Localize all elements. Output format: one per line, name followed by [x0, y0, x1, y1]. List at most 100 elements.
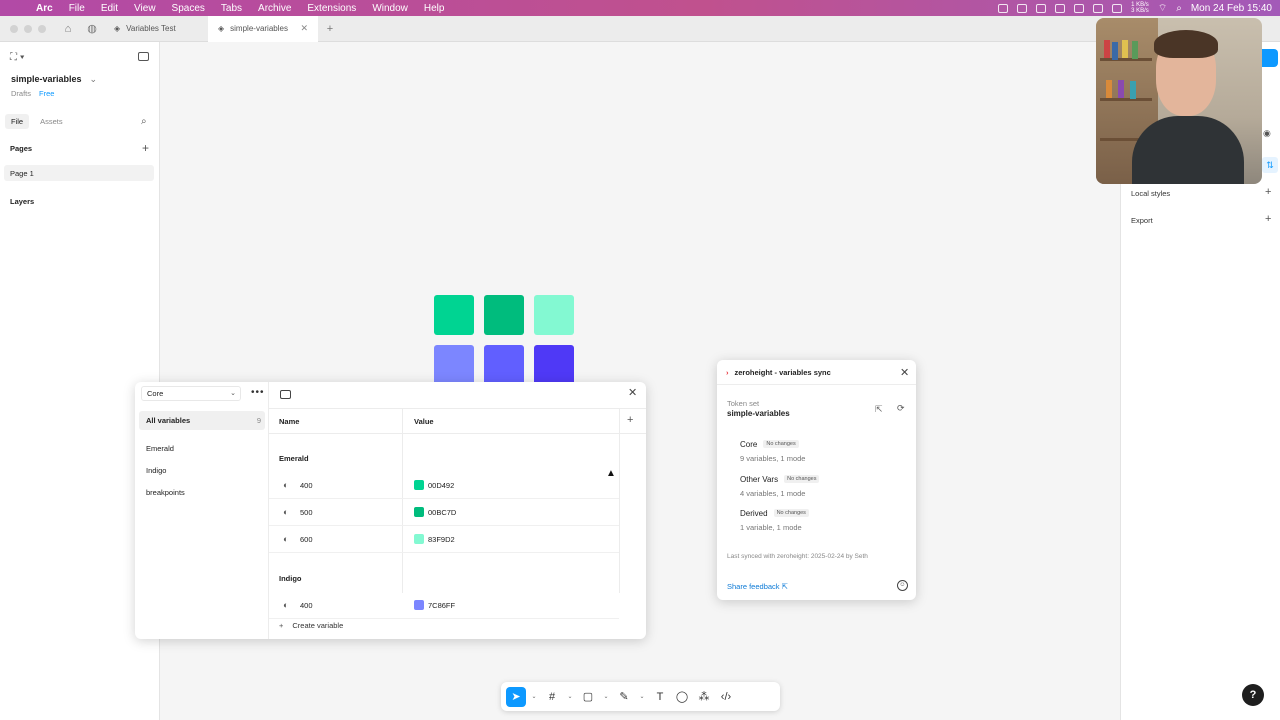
- set-detail: 9 variables, 1 mode: [740, 454, 806, 463]
- sync-icon[interactable]: ⟳: [897, 403, 905, 414]
- color-variable-icon: ◐: [283, 534, 289, 544]
- status-app-icon[interactable]: [998, 3, 1009, 13]
- color-swatch[interactable]: [414, 600, 424, 610]
- plan-badge[interactable]: Free: [39, 89, 54, 98]
- collection-select[interactable]: Core ⌄: [141, 386, 241, 401]
- variable-name[interactable]: 400: [300, 481, 313, 490]
- status-app-icon[interactable]: [1036, 3, 1047, 13]
- comment-tool-icon[interactable]: ◯: [672, 687, 692, 707]
- menu-app-arc[interactable]: Arc: [28, 3, 61, 14]
- color-variable-icon: ◐: [283, 600, 289, 610]
- add-style-icon[interactable]: +: [1265, 186, 1271, 198]
- swatch-emerald-400[interactable]: [434, 295, 474, 335]
- add-export-icon[interactable]: +: [1265, 213, 1271, 225]
- table-row[interactable]: ◐ 500 00BC7D: [269, 499, 619, 526]
- tab-file[interactable]: File: [5, 113, 30, 129]
- menu-view[interactable]: View: [126, 3, 164, 14]
- close-icon[interactable]: ✕: [628, 386, 637, 399]
- swatch-indigo-400[interactable]: [434, 345, 474, 385]
- variable-name[interactable]: 600: [300, 535, 313, 544]
- help-button[interactable]: ?: [1242, 684, 1264, 706]
- external-link-icon[interactable]: ⇱: [875, 404, 883, 415]
- drafts-link[interactable]: Drafts: [11, 89, 31, 98]
- more-options-icon[interactable]: •••: [251, 387, 265, 398]
- tab-variables-test[interactable]: ◈ Variables Test: [104, 16, 208, 42]
- variable-value[interactable]: 7C86FF: [428, 601, 455, 610]
- close-tab-icon[interactable]: ✕: [300, 23, 308, 34]
- divider: [717, 384, 916, 385]
- menu-file[interactable]: File: [61, 3, 93, 14]
- spotlight-icon[interactable]: ⌕: [1176, 3, 1182, 14]
- zoom-window-button[interactable]: [38, 24, 46, 33]
- create-variable-button[interactable]: + Create variable: [279, 621, 343, 630]
- color-swatch[interactable]: [414, 480, 424, 490]
- eye-icon[interactable]: ◉: [1263, 128, 1271, 139]
- add-mode-icon[interactable]: +: [627, 414, 633, 426]
- collapse-sidebar-icon[interactable]: [138, 52, 149, 61]
- share-feedback-link[interactable]: Share feedback ⇱: [727, 582, 788, 591]
- battery-icon[interactable]: [1093, 3, 1104, 13]
- variable-value[interactable]: 00BC7D: [428, 508, 456, 517]
- globe-icon[interactable]: ◍: [80, 22, 104, 35]
- menu-tabs[interactable]: Tabs: [213, 3, 250, 14]
- all-variables-item[interactable]: All variables 9: [139, 411, 265, 430]
- close-icon[interactable]: ✕: [900, 366, 909, 379]
- file-name[interactable]: simple-variables ⌄: [11, 74, 97, 85]
- table-row[interactable]: ◐ 600 83F9D2: [269, 526, 619, 553]
- adjust-icon[interactable]: ⇅: [1262, 157, 1278, 173]
- chevron-down-icon[interactable]: ⌄: [528, 693, 540, 700]
- rectangle-tool-icon[interactable]: ▢: [578, 687, 598, 707]
- datetime[interactable]: Mon 24 Feb 15:40: [1191, 3, 1272, 14]
- chevron-down-icon[interactable]: ⌄: [600, 693, 612, 700]
- chevron-down-icon[interactable]: ⌄: [636, 693, 648, 700]
- home-icon[interactable]: ⌂: [56, 23, 80, 35]
- volume-icon[interactable]: [1074, 3, 1085, 13]
- variable-value[interactable]: 00D492: [428, 481, 454, 490]
- status-app-icon[interactable]: [1017, 3, 1028, 13]
- move-tool-icon[interactable]: ➤: [506, 686, 526, 707]
- menu-window[interactable]: Window: [364, 3, 416, 14]
- table-row[interactable]: ◐ 400 00D492: [269, 472, 619, 499]
- frame-tool-icon[interactable]: #: [542, 687, 562, 707]
- group-item-emerald[interactable]: Emerald: [146, 444, 174, 453]
- pen-tool-icon[interactable]: ✎: [614, 687, 634, 707]
- add-page-icon[interactable]: +: [142, 141, 149, 155]
- user-account-icon[interactable]: ☺: [897, 580, 908, 591]
- layers-heading: Layers: [10, 197, 35, 206]
- menu-extensions[interactable]: Extensions: [299, 3, 364, 14]
- group-item-breakpoints[interactable]: breakpoints: [146, 488, 185, 497]
- color-swatch[interactable]: [414, 534, 424, 544]
- variable-name[interactable]: 500: [300, 508, 313, 517]
- color-swatch[interactable]: [414, 507, 424, 517]
- tab-assets[interactable]: Assets: [34, 114, 69, 129]
- page-item[interactable]: Page 1: [4, 165, 154, 181]
- variable-value[interactable]: 83F9D2: [428, 535, 455, 544]
- toggle-sidebar-icon[interactable]: [280, 390, 291, 399]
- column-header-value[interactable]: Value: [414, 417, 434, 426]
- menu-archive[interactable]: Archive: [250, 3, 299, 14]
- wifi-icon[interactable]: ⌔: [1158, 2, 1167, 15]
- menu-help[interactable]: Help: [416, 3, 453, 14]
- group-item-indigo[interactable]: Indigo: [146, 466, 166, 475]
- minimize-window-button[interactable]: [24, 24, 32, 33]
- status-app-icon[interactable]: [1055, 3, 1066, 13]
- search-icon[interactable]: ⌕: [141, 116, 147, 127]
- table-row[interactable]: ◐ 400 7C86FF: [269, 592, 619, 619]
- dev-mode-icon[interactable]: ‹/›: [716, 687, 736, 707]
- chevron-down-icon[interactable]: ⌄: [564, 693, 576, 700]
- main-menu-icon[interactable]: ⛶ ▾: [10, 52, 25, 63]
- swatch-emerald-600[interactable]: [534, 295, 574, 335]
- menu-spaces[interactable]: Spaces: [164, 3, 213, 14]
- status-app-icon[interactable]: [1112, 3, 1123, 13]
- menu-edit[interactable]: Edit: [93, 3, 126, 14]
- color-variable-icon: ◐: [283, 507, 289, 517]
- swatch-emerald-500[interactable]: [484, 295, 524, 335]
- swatch-indigo-500[interactable]: [484, 345, 524, 385]
- swatch-indigo-600[interactable]: [534, 345, 574, 385]
- close-window-button[interactable]: [10, 24, 18, 33]
- variable-name[interactable]: 400: [300, 601, 313, 610]
- actions-tool-icon[interactable]: ⁂: [694, 687, 714, 707]
- new-tab-icon[interactable]: +: [318, 23, 342, 35]
- text-tool-icon[interactable]: T: [650, 687, 670, 707]
- tab-simple-variables[interactable]: ◈ simple-variables ✕: [208, 15, 318, 42]
